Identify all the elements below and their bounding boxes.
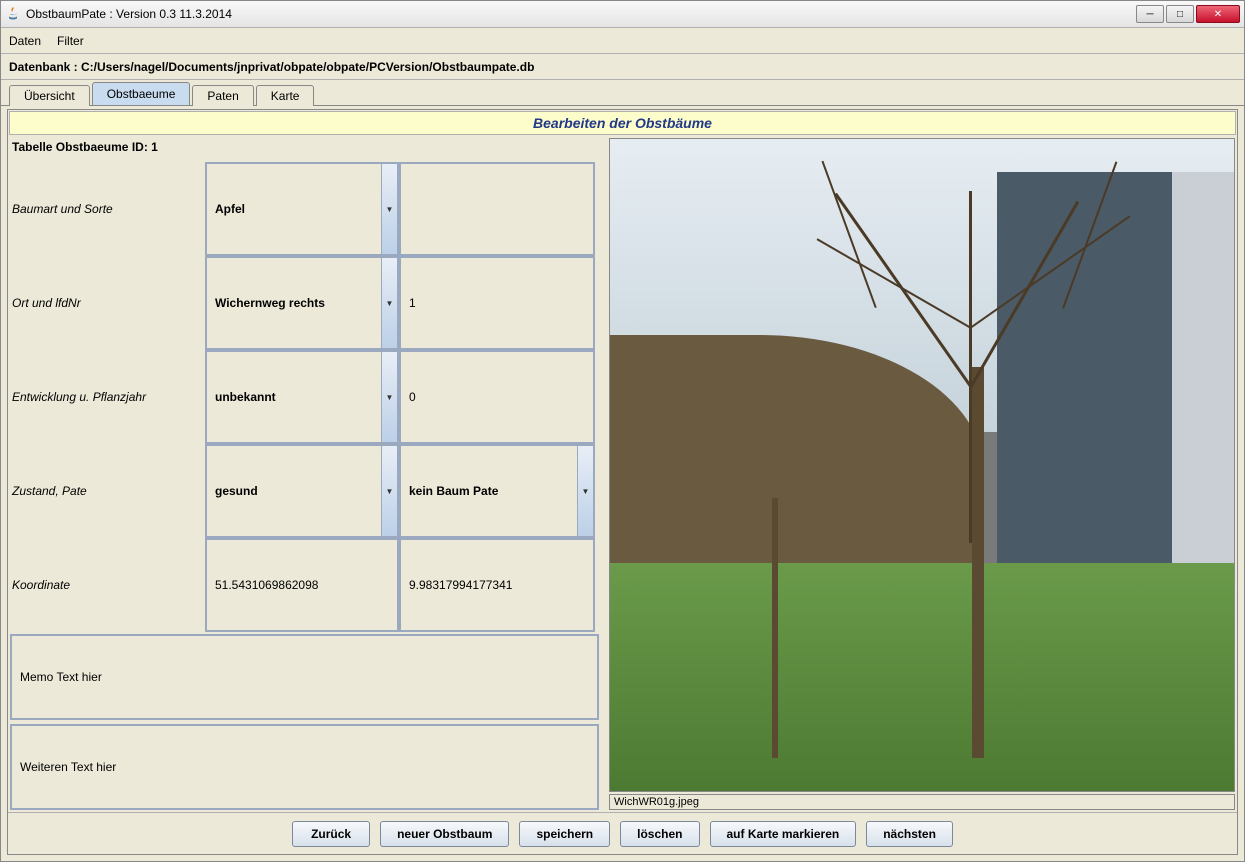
form-pane: Tabelle Obstbaeume ID: 1 Baumart und Sor… (8, 136, 605, 812)
input-koord-lon[interactable]: 9.98317994177341 (399, 538, 595, 632)
window-controls: ─ □ ✕ (1136, 5, 1240, 23)
tab-obstbaeume[interactable]: Obstbaeume (92, 82, 191, 105)
tab-uebersicht[interactable]: Übersicht (9, 85, 90, 106)
maximize-button[interactable]: □ (1166, 5, 1194, 23)
window-title: ObstbaumPate : Version 0.3 11.3.2014 (26, 7, 1136, 21)
menu-filter[interactable]: Filter (57, 34, 84, 48)
naechsten-button[interactable]: nächsten (866, 821, 953, 847)
combo-baumart-value: Apfel (215, 202, 245, 216)
combo-baumart[interactable]: Apfel ▼ (205, 162, 399, 256)
combo-pate-value: kein Baum Pate (409, 484, 498, 498)
tabbar: Übersicht Obstbaeume Paten Karte (1, 80, 1244, 106)
close-button[interactable]: ✕ (1196, 5, 1240, 23)
menu-daten[interactable]: Daten (9, 34, 41, 48)
chevron-down-icon: ▼ (381, 352, 397, 442)
combo-entwicklung-value: unbekannt (215, 390, 276, 404)
label-entwicklung: Entwicklung u. Pflanzjahr (8, 350, 205, 444)
combo-zustand-value: gesund (215, 484, 258, 498)
tab-paten[interactable]: Paten (192, 85, 253, 106)
input-lfdnr[interactable]: 1 (399, 256, 595, 350)
image-pane: WichWR01g.jpeg (605, 136, 1237, 812)
zurueck-button[interactable]: Zurück (292, 821, 370, 847)
form-grid: Baumart und Sorte Apfel ▼ Ort und lfdNr W… (8, 162, 605, 632)
titlebar: ObstbaumPate : Version 0.3 11.3.2014 ─ □… (1, 1, 1244, 28)
input-sorte[interactable] (399, 162, 595, 256)
database-path-bar: Datenbank : C:/Users/nagel/Documents/jnp… (1, 54, 1244, 80)
combo-entwicklung[interactable]: unbekannt ▼ (205, 350, 399, 444)
button-row: Zurück neuer Obstbaum speichern löschen … (8, 812, 1237, 854)
tree-photo (609, 138, 1235, 792)
loeschen-button[interactable]: löschen (620, 821, 699, 847)
tab-karte[interactable]: Karte (256, 85, 315, 106)
main-row: Tabelle Obstbaeume ID: 1 Baumart und Sor… (8, 136, 1237, 812)
label-baumart: Baumart und Sorte (8, 162, 205, 256)
image-caption: WichWR01g.jpeg (609, 794, 1235, 810)
page-title: Bearbeiten der Obstbäume (9, 111, 1236, 135)
combo-pate[interactable]: kein Baum Pate ▼ (399, 444, 595, 538)
auf-karte-markieren-button[interactable]: auf Karte markieren (710, 821, 857, 847)
combo-ort-value: Wichernweg rechts (215, 296, 325, 310)
chevron-down-icon: ▼ (577, 446, 593, 536)
java-icon (5, 6, 21, 22)
memo-text[interactable]: Memo Text hier (10, 634, 599, 720)
menubar: Daten Filter (1, 28, 1244, 54)
chevron-down-icon: ▼ (381, 164, 397, 254)
label-ort: Ort und lfdNr (8, 256, 205, 350)
weiterer-text[interactable]: Weiteren Text hier (10, 724, 599, 810)
neuer-obstbaum-button[interactable]: neuer Obstbaum (380, 821, 509, 847)
client-area: Bearbeiten der Obstbäume Tabelle Obstbae… (7, 109, 1238, 855)
minimize-button[interactable]: ─ (1136, 5, 1164, 23)
app-window: ObstbaumPate : Version 0.3 11.3.2014 ─ □… (0, 0, 1245, 862)
record-id-line: Tabelle Obstbaeume ID: 1 (8, 136, 605, 162)
input-koord-lat[interactable]: 51.5431069862098 (205, 538, 399, 632)
chevron-down-icon: ▼ (381, 258, 397, 348)
combo-ort[interactable]: Wichernweg rechts ▼ (205, 256, 399, 350)
label-koordinate: Koordinate (8, 538, 205, 632)
label-zustand: Zustand, Pate (8, 444, 205, 538)
input-pflanzjahr[interactable]: 0 (399, 350, 595, 444)
speichern-button[interactable]: speichern (519, 821, 610, 847)
chevron-down-icon: ▼ (381, 446, 397, 536)
combo-zustand[interactable]: gesund ▼ (205, 444, 399, 538)
